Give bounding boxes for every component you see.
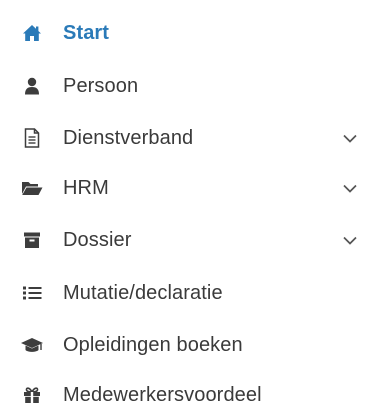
menu-item-hrm[interactable]: HRM bbox=[0, 166, 374, 210]
menu-item-mutatie-declaratie[interactable]: Mutatie/declaratie bbox=[0, 271, 374, 315]
chevron-down-icon[interactable] bbox=[342, 130, 358, 146]
chevron-down-icon[interactable] bbox=[342, 232, 358, 248]
menu-item-label: Persoon bbox=[63, 74, 139, 97]
menu-item-label: Opleidingen boeken bbox=[63, 333, 243, 356]
menu-item-medewerkersvoordeel[interactable]: Medewerkersvoordeel bbox=[0, 373, 374, 417]
menu-item-persoon[interactable]: Persoon bbox=[0, 64, 374, 108]
home-icon bbox=[20, 21, 44, 45]
menu-item-label: Dienstverband bbox=[63, 126, 194, 149]
menu-item-dienstverband[interactable]: Dienstverband bbox=[0, 116, 374, 160]
archive-icon bbox=[20, 228, 44, 252]
menu-item-opleidingen-boeken[interactable]: Opleidingen boeken bbox=[0, 323, 374, 367]
list-icon bbox=[20, 281, 44, 305]
menu-item-label: HRM bbox=[63, 176, 109, 199]
user-icon bbox=[20, 74, 44, 98]
sidebar-menu: Start Persoon Dienstverband HRM Dossier … bbox=[0, 0, 374, 414]
document-icon bbox=[20, 126, 44, 150]
gift-icon bbox=[20, 383, 44, 407]
graduation-cap-icon bbox=[20, 333, 44, 357]
folder-open-icon bbox=[20, 176, 44, 200]
menu-item-dossier[interactable]: Dossier bbox=[0, 218, 374, 262]
menu-item-label: Medewerkersvoordeel bbox=[63, 383, 262, 406]
menu-item-start[interactable]: Start bbox=[0, 11, 374, 55]
chevron-down-icon[interactable] bbox=[342, 180, 358, 196]
menu-item-label: Mutatie/declaratie bbox=[63, 281, 223, 304]
menu-item-label: Start bbox=[63, 21, 110, 44]
menu-item-label: Dossier bbox=[63, 228, 132, 251]
